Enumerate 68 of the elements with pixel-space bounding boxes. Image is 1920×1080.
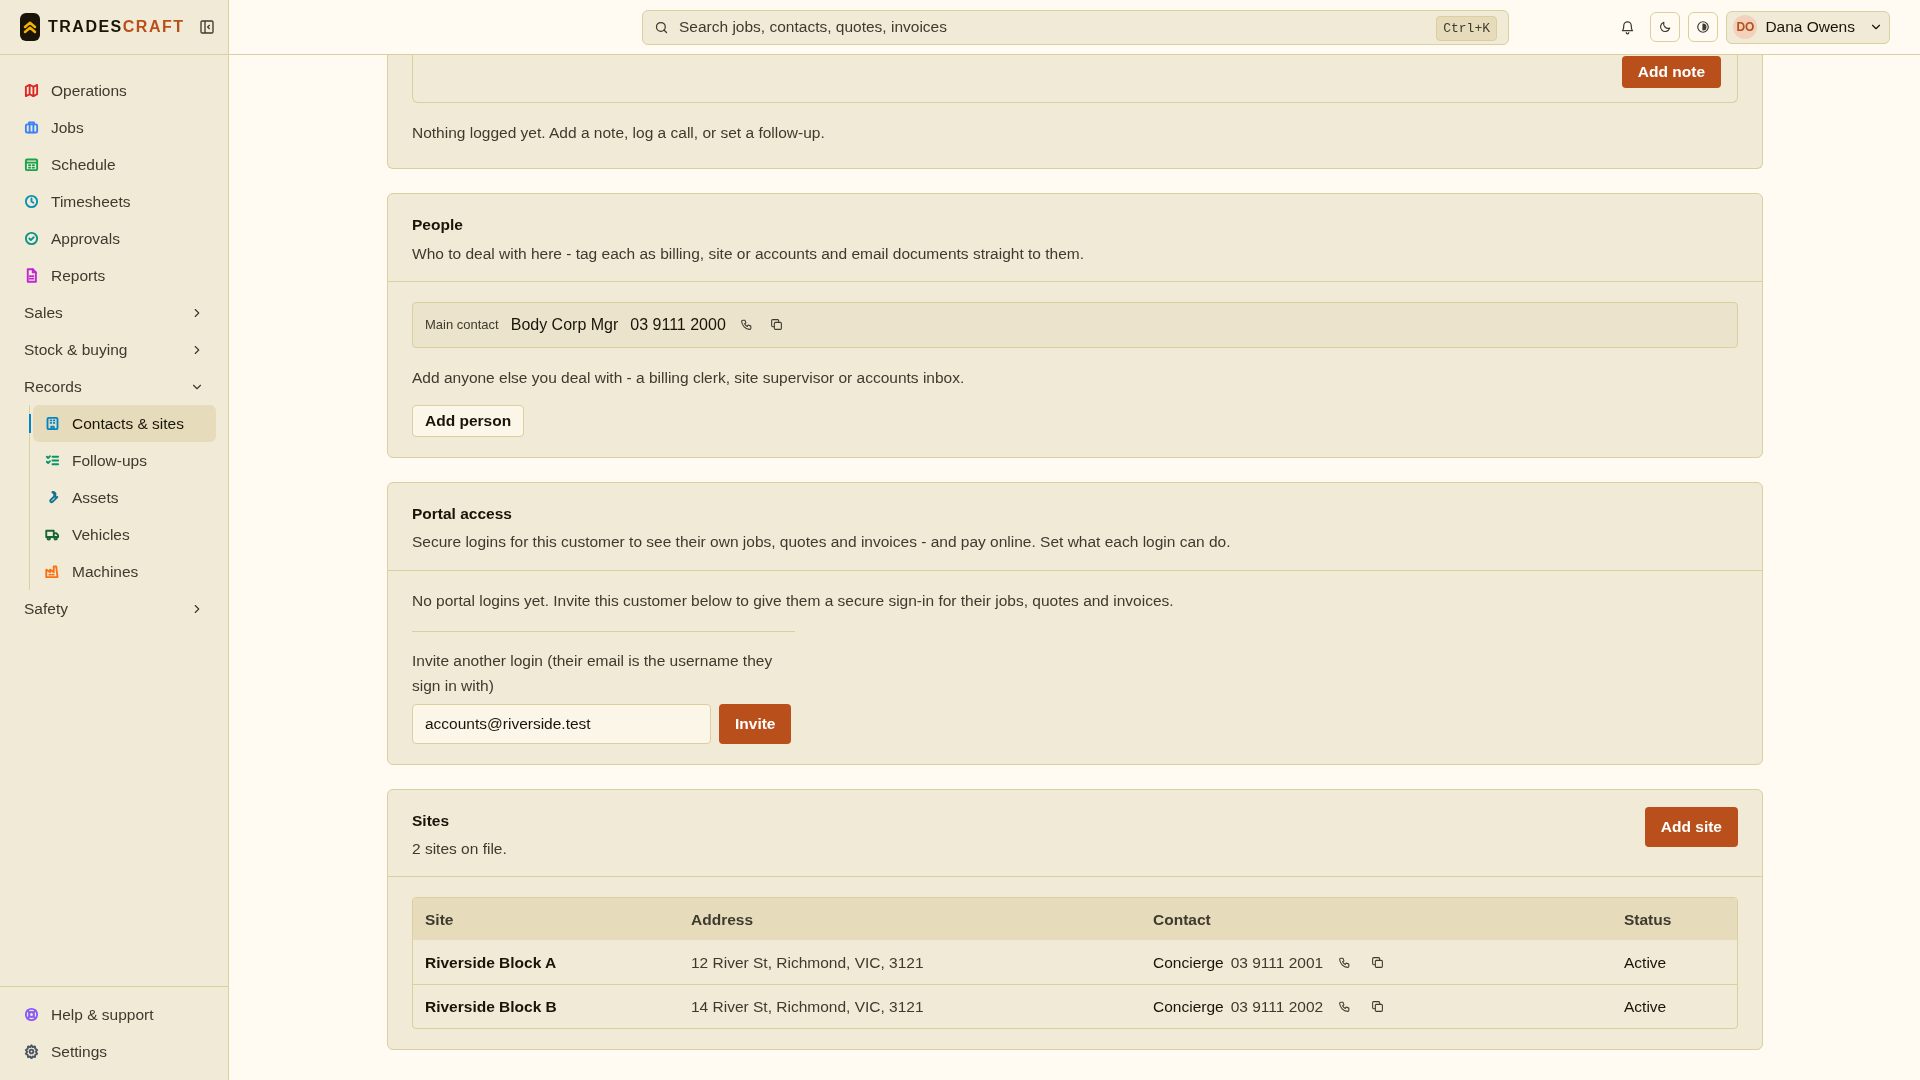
nav-item[interactable]: Machines bbox=[33, 553, 216, 590]
nav-item[interactable]: Follow-ups bbox=[33, 442, 216, 479]
phone-icon bbox=[1337, 1000, 1351, 1014]
column-header: Address bbox=[690, 909, 755, 930]
section-description: Who to deal with here - tag each as billing, site or accounts and email documents straight to them. bbox=[412, 243, 1086, 264]
nav-item[interactable]: Schedule bbox=[12, 146, 216, 183]
phone-icon bbox=[740, 318, 754, 332]
column-header: Site bbox=[424, 909, 455, 930]
section-title: Sites bbox=[412, 810, 451, 831]
collapse-sidebar-button[interactable] bbox=[198, 19, 215, 35]
nav-group[interactable]: Sales bbox=[12, 294, 216, 331]
copy-icon bbox=[1370, 955, 1384, 969]
user-avatar: DO bbox=[1733, 15, 1758, 39]
column-header: Contact bbox=[1152, 909, 1212, 930]
bell-icon bbox=[1619, 19, 1635, 35]
table-cell-text: 12 River St, Richmond, VIC, 3121 bbox=[690, 952, 925, 973]
shortcut-key: Ctrl+K bbox=[1436, 15, 1497, 41]
nav-item[interactable]: Timesheets bbox=[12, 183, 216, 220]
add-note-button[interactable]: Add note bbox=[1621, 56, 1721, 88]
logo-icon bbox=[20, 13, 40, 41]
nav-item[interactable]: Approvals bbox=[12, 220, 216, 257]
hint-text: Add anyone else you deal with - a billing clerk, site supervisor or accounts inbox. bbox=[412, 367, 966, 388]
copy-icon bbox=[770, 318, 784, 332]
empty-message: Nothing logged yet. Add a note, log a call, or set a follow-up. bbox=[412, 123, 826, 143]
contact-name: Concierge bbox=[1153, 997, 1224, 1018]
section-title: People bbox=[412, 215, 464, 236]
section-description: 2 sites on file. bbox=[412, 839, 507, 859]
nav-group[interactable]: Safety bbox=[12, 590, 216, 627]
copy-icon bbox=[1370, 1000, 1384, 1014]
contact-phone: 03 9111 2000 bbox=[630, 314, 726, 335]
search-icon bbox=[654, 19, 669, 35]
nav-group[interactable]: Stock & buying bbox=[12, 331, 216, 368]
nav-item[interactable]: Operations bbox=[12, 72, 216, 109]
contrast-icon bbox=[1696, 20, 1711, 34]
site-name: Riverside Block B bbox=[424, 997, 558, 1018]
status-text: Active bbox=[1623, 952, 1668, 973]
nav-item[interactable]: Assets bbox=[33, 479, 216, 516]
user-menu-button[interactable]: DO Dana Owens bbox=[1726, 10, 1890, 44]
moon-icon bbox=[1658, 20, 1673, 34]
section-title: Portal access bbox=[412, 504, 513, 524]
invite-button[interactable]: Invite bbox=[719, 703, 792, 744]
contact-name: Body Corp Mgr bbox=[510, 314, 619, 335]
phone-icon bbox=[1337, 955, 1351, 969]
nav-group[interactable]: Records bbox=[12, 368, 216, 405]
nav-item[interactable]: Help & support bbox=[12, 996, 216, 1033]
empty-message: No portal logins yet. Invite this customer below to give them a secure sign-in for their jobs, quotes and invoices. bbox=[412, 590, 1175, 611]
dark-mode-button[interactable] bbox=[1650, 12, 1681, 42]
contact-phone: 03 9111 2002 bbox=[1230, 997, 1324, 1018]
site-name: Riverside Block A bbox=[424, 952, 558, 973]
add-person-button[interactable]: Add person bbox=[412, 405, 525, 437]
brand-name: TRADESCRAFT bbox=[48, 17, 185, 37]
add-site-button[interactable]: Add site bbox=[1644, 806, 1738, 847]
section-description: Secure logins for this customer to see their own jobs, quotes and invoices - and pay online. Set what each login can do. bbox=[412, 532, 1232, 553]
contrast-button[interactable] bbox=[1688, 12, 1719, 42]
user-name: Dana Owens bbox=[1765, 17, 1856, 38]
column-header: Status bbox=[1623, 909, 1673, 930]
contact-phone: 03 9111 2001 bbox=[1230, 952, 1324, 973]
field-label: Invite another login (their email is the username they sign in with) bbox=[412, 650, 774, 696]
note-box[interactable]: Add note bbox=[412, 55, 1738, 103]
nav-item[interactable]: Vehicles bbox=[33, 516, 216, 553]
table-cell-text: 14 River St, Richmond, VIC, 3121 bbox=[690, 997, 925, 1018]
contact-tag: Main contact bbox=[425, 315, 499, 335]
nav-item[interactable]: Reports bbox=[12, 257, 216, 294]
email-field[interactable]: accounts@riverside.test bbox=[412, 703, 711, 744]
contact-name: Concierge bbox=[1153, 952, 1224, 973]
status-text: Active bbox=[1623, 997, 1668, 1018]
nav-item[interactable]: Settings bbox=[12, 1033, 216, 1070]
nav-item[interactable]: Jobs bbox=[12, 109, 216, 146]
